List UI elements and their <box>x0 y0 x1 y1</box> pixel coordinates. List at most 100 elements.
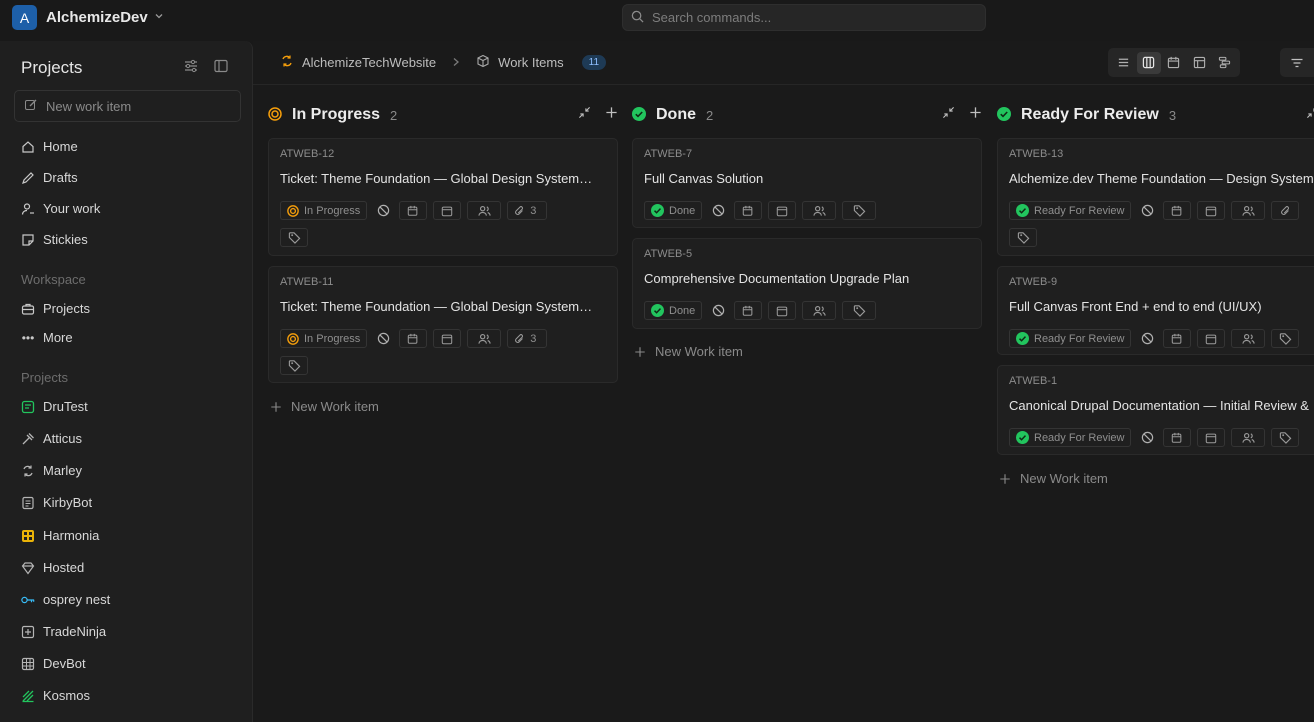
label-icon[interactable] <box>842 301 877 320</box>
state-dropdown[interactable]: Done <box>644 301 703 320</box>
state-dropdown[interactable]: Done <box>644 201 703 220</box>
sidebar-project-osprey-nest[interactable]: osprey nest <box>21 592 110 607</box>
due-date-icon[interactable] <box>768 301 797 320</box>
paperclip-icon[interactable] <box>1271 201 1300 220</box>
priority-none-icon[interactable] <box>1137 428 1157 447</box>
sidebar-project-atticus[interactable]: Atticus <box>21 431 82 446</box>
assignees-icon[interactable] <box>467 329 502 348</box>
start-date-icon[interactable] <box>399 329 428 348</box>
priority-none-icon[interactable] <box>1137 201 1157 220</box>
work-item-card[interactable]: ATWEB-13 Alchemize.dev Theme Foundation … <box>997 138 1314 256</box>
collapse-icon[interactable] <box>1306 106 1314 122</box>
label-icon[interactable] <box>280 228 308 247</box>
state-label: In Progress <box>304 332 361 345</box>
sidebar-item-projects[interactable]: Projects <box>21 301 90 316</box>
column-header: In Progress 2 <box>268 105 618 125</box>
work-item-card[interactable]: ATWEB-1 Canonical Drupal Documentation —… <box>997 365 1314 455</box>
command-search[interactable]: Search commands... <box>622 4 986 31</box>
sidebar-project-drutest[interactable]: DruTest <box>21 399 88 414</box>
work-item-labels <box>280 228 308 247</box>
ready-status-icon <box>1016 332 1029 345</box>
sidebar-item-home[interactable]: Home <box>21 139 78 154</box>
sidebar-item-drafts[interactable]: Drafts <box>21 170 78 185</box>
work-item-card[interactable]: ATWEB-7 Full Canvas Solution Done <box>632 138 982 228</box>
due-date-icon[interactable] <box>1197 428 1226 447</box>
new-work-item-in-column[interactable]: New Work item <box>634 344 743 359</box>
kanban-layout-tab[interactable] <box>1136 51 1161 74</box>
assignees-icon[interactable] <box>1231 428 1266 447</box>
sidebar-project-kosmos[interactable]: Kosmos <box>21 688 90 703</box>
due-date-icon[interactable] <box>1197 329 1226 348</box>
attachments-chip[interactable]: 3 <box>507 201 548 220</box>
start-date-icon[interactable] <box>399 201 428 220</box>
state-dropdown[interactable]: Ready For Review <box>1009 329 1132 348</box>
work-item-card[interactable]: ATWEB-12 Ticket: Theme Foundation — Glob… <box>268 138 618 256</box>
list-layout-tab[interactable] <box>1112 52 1136 74</box>
priority-none-icon[interactable] <box>373 329 393 348</box>
sidebar-project-tradeninja[interactable]: TradeNinja <box>21 624 106 639</box>
add-icon[interactable] <box>605 106 618 122</box>
assignees-icon[interactable] <box>802 201 837 220</box>
sliders-icon[interactable] <box>183 58 199 77</box>
gantt-layout-tab[interactable] <box>1212 52 1236 74</box>
due-date-icon[interactable] <box>1197 201 1226 220</box>
work-item-card[interactable]: ATWEB-9 Full Canvas Front End + end to e… <box>997 266 1314 355</box>
sidebar-item-stickies[interactable]: Stickies <box>21 232 88 247</box>
work-item-title: Alchemize.dev Theme Foundation — Design … <box>1009 171 1314 186</box>
label-icon[interactable] <box>842 201 877 220</box>
filter-button[interactable] <box>1280 48 1314 77</box>
chevron-right-icon <box>452 55 460 70</box>
collapse-icon[interactable] <box>942 106 955 122</box>
state-dropdown[interactable]: In Progress <box>280 329 368 348</box>
attachments-chip[interactable]: 3 <box>507 329 548 348</box>
new-work-item-in-column[interactable]: New Work item <box>270 399 379 414</box>
priority-none-icon[interactable] <box>708 201 728 220</box>
priority-none-icon[interactable] <box>1137 329 1157 348</box>
breadcrumb-project[interactable]: AlchemizeTechWebsite <box>302 55 436 70</box>
due-date-icon[interactable] <box>768 201 797 220</box>
priority-none-icon[interactable] <box>373 201 393 220</box>
add-icon[interactable] <box>969 106 982 122</box>
breadcrumb-section[interactable]: Work Items <box>498 55 564 70</box>
label-icon[interactable] <box>280 356 308 375</box>
sidebar-project-kirbybot[interactable]: KirbyBot <box>21 495 92 510</box>
collapse-icon[interactable] <box>578 106 591 122</box>
start-date-icon[interactable] <box>734 201 763 220</box>
sidebar-project-devbot[interactable]: DevBot <box>21 656 86 671</box>
work-item-card[interactable]: ATWEB-11 Ticket: Theme Foundation — Glob… <box>268 266 618 383</box>
workspace-switcher[interactable]: A AlchemizeDev <box>12 5 164 30</box>
start-date-icon[interactable] <box>1163 201 1192 220</box>
sidebar-project-marley[interactable]: Marley <box>21 463 82 478</box>
assignees-icon[interactable] <box>467 201 502 220</box>
start-date-icon[interactable] <box>734 301 763 320</box>
sidebar-item-more[interactable]: ••• More <box>21 330 73 345</box>
spreadsheet-layout-tab[interactable] <box>1187 52 1211 74</box>
work-items-count-badge: 11 <box>581 55 607 70</box>
state-dropdown[interactable]: In Progress <box>280 201 368 220</box>
sidebar-project-harmonia[interactable]: Harmonia <box>21 528 99 543</box>
new-work-item-button[interactable]: New work item <box>14 90 241 122</box>
start-date-icon[interactable] <box>1163 428 1192 447</box>
due-date-icon[interactable] <box>433 201 462 220</box>
assignees-icon[interactable] <box>1231 201 1266 220</box>
label-icon[interactable] <box>1009 228 1037 247</box>
assignees-icon[interactable] <box>802 301 837 320</box>
work-item-card[interactable]: ATWEB-5 Comprehensive Documentation Upgr… <box>632 238 982 329</box>
calendar-layout-tab[interactable] <box>1162 52 1186 74</box>
assignees-icon[interactable] <box>1231 329 1266 348</box>
state-label: Ready For Review <box>1034 332 1125 345</box>
sticky-note-icon <box>21 233 35 247</box>
new-work-item-in-column[interactable]: New Work item <box>999 471 1108 486</box>
priority-none-icon[interactable] <box>708 301 728 320</box>
state-dropdown[interactable]: Ready For Review <box>1009 428 1132 447</box>
label-icon[interactable] <box>1271 428 1300 447</box>
sidebar-project-hosted[interactable]: Hosted <box>21 560 84 575</box>
sidebar-item-label: DevBot <box>43 656 86 671</box>
label-icon[interactable] <box>1271 329 1300 348</box>
sidebar-item-your-work[interactable]: Your work <box>21 201 100 216</box>
work-item-properties: Ready For Review <box>1009 329 1300 348</box>
due-date-icon[interactable] <box>433 329 462 348</box>
sidebar-toggle-icon[interactable] <box>213 58 229 77</box>
start-date-icon[interactable] <box>1163 329 1192 348</box>
state-dropdown[interactable]: Ready For Review <box>1009 201 1132 220</box>
